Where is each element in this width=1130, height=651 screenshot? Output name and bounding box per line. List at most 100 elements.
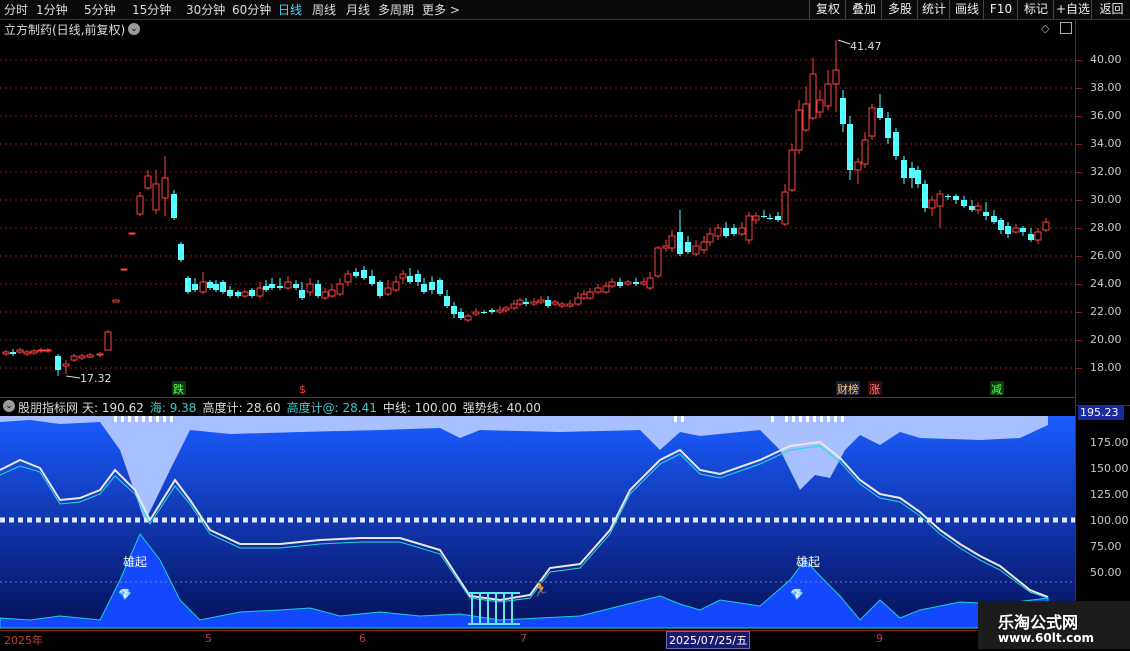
mark-button[interactable]: 标记 <box>1017 0 1054 19</box>
draw-line-button[interactable]: 画线 <box>949 0 984 19</box>
candle-body <box>235 292 241 296</box>
period-tab-60min[interactable]: 60分钟 <box>232 1 271 18</box>
price-axis-tick <box>1076 368 1082 369</box>
indicator-axis-label: 50.00 <box>1090 566 1122 579</box>
date-label-july: 7 <box>520 632 527 645</box>
price-axis-label: 26.00 <box>1090 249 1122 262</box>
marker-zhang: 涨 <box>869 383 880 396</box>
period-tab-daily[interactable]: 日线 <box>278 1 302 18</box>
candle-body <box>269 284 275 288</box>
candle-body <box>767 218 773 219</box>
candle-body <box>840 98 846 124</box>
candle-body <box>2 351 10 355</box>
xiongqi-label-2: 雄起 <box>796 554 820 569</box>
candle-body <box>369 276 375 284</box>
period-tab-30min[interactable]: 30分钟 <box>186 1 225 18</box>
candle-body <box>293 284 299 288</box>
candle-body <box>738 227 746 235</box>
candle-body <box>415 274 421 282</box>
candle-body <box>344 273 352 283</box>
multi-stock-button[interactable]: 多股 <box>881 0 918 19</box>
candle-body <box>945 196 951 197</box>
period-tab-5min[interactable]: 5分钟 <box>84 1 116 18</box>
candle-body <box>299 290 305 298</box>
candle-body <box>640 281 648 285</box>
candle-body <box>16 349 24 353</box>
period-toolbar: 分时 1分钟 5分钟 15分钟 30分钟 60分钟 日线 周线 月线 多周期 更… <box>0 0 1130 20</box>
cursor-date-label: 2025/07/25/五 <box>666 631 751 649</box>
candle-body <box>128 232 136 235</box>
candle-body <box>654 247 662 277</box>
indicator-field: 海: 9.38 <box>149 401 197 415</box>
indicator-axis-label: 75.00 <box>1090 540 1122 553</box>
back-button[interactable]: 返回 <box>1091 0 1130 19</box>
candle-body <box>608 281 616 287</box>
candle-body <box>824 83 832 107</box>
candle-body <box>731 228 737 234</box>
period-more-button[interactable]: 更多 > <box>422 1 460 18</box>
price-axis-label: 34.00 <box>1090 137 1122 150</box>
candle-body <box>854 161 862 171</box>
high-annotation: 41.47 <box>837 39 882 53</box>
period-tab-fenshi[interactable]: 分时 <box>4 1 28 18</box>
candle-body <box>361 270 367 278</box>
candle-body <box>617 282 623 286</box>
period-tab-15min[interactable]: 15分钟 <box>132 1 171 18</box>
candle-body <box>537 299 545 303</box>
overlay-button[interactable]: 叠加 <box>845 0 882 19</box>
period-tab-1min[interactable]: 1分钟 <box>36 1 68 18</box>
candle-body <box>668 235 676 249</box>
price-axis-label: 40.00 <box>1090 53 1122 66</box>
candle-body <box>901 160 907 178</box>
add-favorite-button[interactable]: +自选 <box>1053 0 1092 19</box>
candle-body <box>70 355 78 361</box>
candle-body <box>1042 221 1050 231</box>
candle-body <box>646 277 654 289</box>
candle-body <box>1005 226 1011 234</box>
candle-body <box>227 290 233 296</box>
candle-body <box>178 244 184 260</box>
indicator-field: 强势线: 40.00 <box>462 401 541 415</box>
fuquan-button[interactable]: 复权 <box>809 0 846 19</box>
chart-canvas[interactable]: 41.47 17.32 跌 $ 财榜 涨 减 🏃 雄起 雄起 💎 💎 <box>0 20 1075 630</box>
candle-body <box>44 349 52 352</box>
period-tab-multi[interactable]: 多周期 <box>378 1 414 18</box>
low-annotation: 17.32 <box>65 372 112 385</box>
f10-button[interactable]: F10 <box>983 0 1018 19</box>
candle-body <box>55 356 61 370</box>
candle-body <box>78 355 86 359</box>
candle-body <box>685 242 691 252</box>
candle-body <box>624 281 632 285</box>
period-tab-monthly[interactable]: 月线 <box>346 1 370 18</box>
candle-body <box>633 282 639 284</box>
candle-body <box>104 331 112 351</box>
candle-body <box>752 215 760 221</box>
diamond-gem-icon-2: 💎 <box>790 588 804 601</box>
indicator-current-value: 195.23 <box>1078 405 1124 420</box>
indicator-dropdown-icon[interactable]: ⌄ <box>3 400 15 412</box>
candle-body <box>144 175 152 189</box>
candle-body <box>112 299 120 303</box>
candle-body <box>496 309 504 313</box>
indicator-name[interactable]: 股朋指标网 <box>18 399 78 416</box>
candle-body <box>399 273 407 279</box>
price-axis-tick <box>1076 200 1082 201</box>
candle-body <box>700 241 708 251</box>
statistics-button[interactable]: 统计 <box>917 0 950 19</box>
candle-body <box>802 103 810 131</box>
indicator-axis-label: 125.00 <box>1090 488 1129 501</box>
candle-body <box>336 283 344 295</box>
indicator-field: 天: 190.62 <box>82 401 144 415</box>
indicator-header: ⌄ 股朋指标网 天: 190.62 海: 9.38 高度计: 28.60 高度计@: … <box>0 397 1075 415</box>
candle-body <box>928 199 936 209</box>
period-tab-weekly[interactable]: 周线 <box>312 1 336 18</box>
watermark-title: 乐淘公式网 <box>998 613 1079 632</box>
candle-body <box>885 118 891 138</box>
candle-body <box>795 109 803 151</box>
indicator-field: 高度计: 28.60 <box>202 401 281 415</box>
indicator-axis-label: 150.00 <box>1090 462 1129 475</box>
candle-body <box>847 124 853 170</box>
candle-body <box>761 216 767 217</box>
candle-body <box>249 290 255 296</box>
candle-body <box>974 205 982 211</box>
